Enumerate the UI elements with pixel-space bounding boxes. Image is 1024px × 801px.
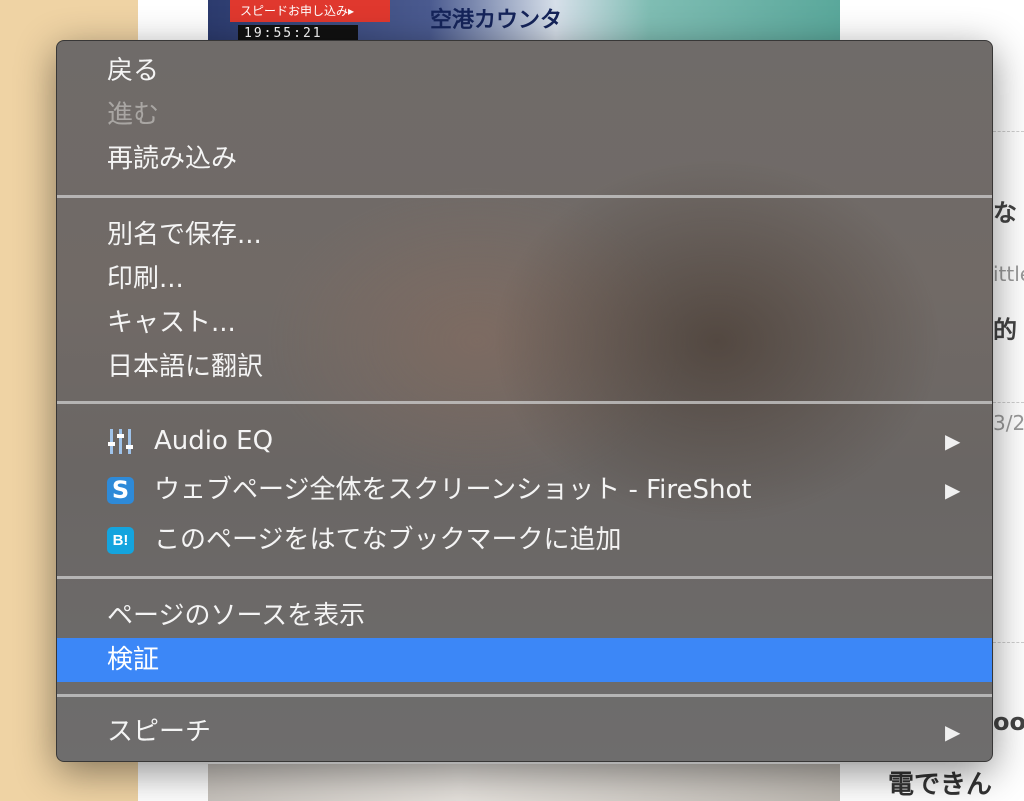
menu-item-inspect[interactable]: 検証 bbox=[57, 638, 992, 682]
menu-item-hatena-bookmark[interactable]: B! このページをはてなブックマークに追加 bbox=[57, 518, 992, 562]
menu-item-label: ウェブページ全体をスクリーンショット - FireShot bbox=[154, 475, 752, 505]
menu-item-label: ページのソースを表示 bbox=[107, 601, 366, 631]
side-text-fragment: ittle bbox=[993, 262, 1024, 286]
side-text-fragment: 的 bbox=[993, 316, 1017, 344]
menu-item-translate[interactable]: 日本語に翻訳 bbox=[57, 345, 992, 389]
side-text-fragment: 3/2 bbox=[993, 411, 1024, 435]
chevron-right-icon: ▶ bbox=[945, 429, 961, 453]
menu-item-forward: 進む bbox=[57, 93, 992, 137]
side-text-fragment: oo bbox=[993, 708, 1024, 736]
menu-item-view-source[interactable]: ページのソースを表示 bbox=[57, 594, 992, 638]
menu-item-speech[interactable]: スピーチ ▶ bbox=[57, 710, 992, 754]
side-text-fragment: な bbox=[993, 199, 1017, 227]
menu-item-fireshot[interactable]: S ウェブページ全体をスクリーンショット - FireShot ▶ bbox=[57, 468, 992, 512]
menu-item-save-as[interactable]: 別名で保存... bbox=[57, 213, 992, 257]
menu-separator bbox=[57, 401, 992, 404]
context-menu: 戻る 進む 再読み込み 別名で保存... 印刷... キャスト... 日本語に翻… bbox=[56, 40, 993, 762]
menu-item-label: 再読み込み bbox=[107, 144, 238, 174]
menu-separator bbox=[57, 195, 992, 198]
menu-separator bbox=[57, 576, 992, 579]
chevron-right-icon: ▶ bbox=[945, 478, 961, 502]
menu-item-cast[interactable]: キャスト... bbox=[57, 301, 992, 345]
menu-item-label: このページをはてなブックマークに追加 bbox=[154, 525, 622, 555]
fireshot-icon: S bbox=[107, 477, 134, 504]
equalizer-icon bbox=[107, 428, 134, 455]
article-thumbnail[interactable] bbox=[208, 764, 840, 801]
menu-item-label: 印刷... bbox=[107, 264, 184, 294]
menu-item-label: 検証 bbox=[107, 645, 160, 675]
chevron-right-icon: ▶ bbox=[945, 720, 961, 744]
menu-item-label: Audio EQ bbox=[154, 426, 274, 456]
menu-item-back[interactable]: 戻る bbox=[57, 49, 992, 93]
menu-item-audio-eq[interactable]: Audio EQ ▶ bbox=[57, 419, 992, 463]
menu-item-reload[interactable]: 再読み込み bbox=[57, 137, 992, 181]
banner-promo: スピードお申し込み▸ bbox=[230, 0, 390, 22]
article-heading-fragment: 電できん bbox=[888, 770, 993, 800]
divider bbox=[993, 402, 1024, 403]
divider bbox=[993, 642, 1024, 643]
menu-item-label: 日本語に翻訳 bbox=[107, 352, 264, 382]
divider bbox=[993, 131, 1024, 132]
menu-item-label: スピーチ bbox=[107, 717, 212, 747]
hatena-bookmark-icon: B! bbox=[107, 527, 134, 554]
menu-item-label: 進む bbox=[107, 100, 160, 130]
menu-item-print[interactable]: 印刷... bbox=[57, 257, 992, 301]
banner-title: 空港カウンタ bbox=[430, 8, 563, 33]
menu-item-label: キャスト... bbox=[107, 308, 236, 338]
menu-item-label: 戻る bbox=[107, 56, 160, 86]
menu-separator bbox=[57, 694, 992, 697]
menu-item-label: 別名で保存... bbox=[107, 220, 262, 250]
